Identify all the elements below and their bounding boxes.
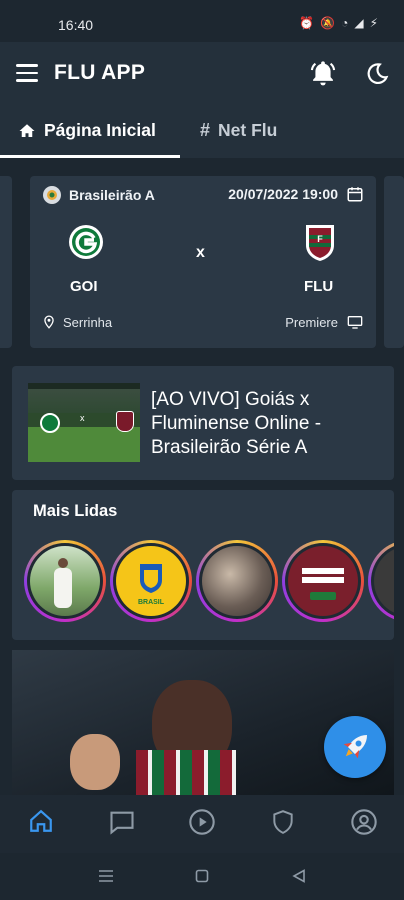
match-broadcaster: Premiere xyxy=(285,314,364,330)
tab-bar: Página Inicial # Net Flu xyxy=(0,108,404,158)
status-bar: 16:40 ⏰ 🔕 ◔ ◢ ⚡ xyxy=(0,0,404,42)
home-team: GOI xyxy=(70,278,98,295)
match-datetime: 20/07/2022 19:00 xyxy=(228,185,364,203)
goias-logo xyxy=(69,225,103,259)
live-news-card[interactable]: x [AO VIVO] Goiás x Fluminense Online - … xyxy=(12,366,394,480)
tab-label: Net Flu xyxy=(218,120,278,140)
fluminense-logo xyxy=(116,411,134,432)
fluminense-logo: F xyxy=(306,225,334,261)
menu-icon[interactable] xyxy=(16,64,38,82)
home-button-icon[interactable] xyxy=(195,869,209,883)
signal-icon: ◢ xyxy=(354,16,364,30)
story-item[interactable] xyxy=(196,540,278,622)
match-venue: Serrinha xyxy=(42,314,112,330)
chat-icon[interactable] xyxy=(108,808,136,836)
story-thumb-text: BRASIL xyxy=(138,599,165,606)
battery-icon: ⚡ xyxy=(369,16,378,30)
tab-pagina-inicial[interactable]: Página Inicial xyxy=(18,120,156,141)
location-icon xyxy=(44,315,54,329)
story-item[interactable] xyxy=(282,540,364,622)
app-title: FLU APP xyxy=(54,61,146,84)
play-icon[interactable] xyxy=(188,808,216,836)
match-card[interactable]: Brasileirão A 20/07/2022 19:00 F x GOI F… xyxy=(30,176,376,348)
moon-icon[interactable] xyxy=(364,61,390,87)
hash-icon: # xyxy=(200,120,211,140)
thumb-vs: x xyxy=(80,413,85,423)
rocket-fab-button[interactable] xyxy=(324,716,386,778)
section-title: Mais Lidas xyxy=(33,502,118,520)
alarm-icon: ⏰ xyxy=(299,16,315,30)
tab-label: Página Inicial xyxy=(44,120,156,140)
story-item[interactable] xyxy=(368,540,394,622)
status-icons: ⏰ 🔕 ◔ ◢ ⚡ xyxy=(299,16,378,30)
tv-icon xyxy=(347,316,363,329)
shield-icon[interactable] xyxy=(270,808,296,836)
previous-match-card[interactable] xyxy=(0,176,12,348)
wifi-icon: ◔ xyxy=(341,16,349,30)
bell-icon[interactable] xyxy=(309,59,337,87)
calendar-icon xyxy=(347,187,363,202)
match-vs: x xyxy=(196,244,205,261)
tab-indicator xyxy=(0,155,180,158)
league-logo-icon xyxy=(43,186,61,204)
rocket-icon xyxy=(343,734,368,759)
tab-net-flu[interactable]: # Net Flu xyxy=(200,120,277,141)
away-team: FLU xyxy=(304,278,334,295)
news-thumbnail: x xyxy=(28,383,140,462)
match-league: Brasileirão A xyxy=(42,185,155,205)
story-item[interactable]: BRASIL xyxy=(110,540,192,622)
bottom-navigation xyxy=(0,795,404,853)
story-item[interactable] xyxy=(24,540,106,622)
svg-text:F: F xyxy=(317,234,323,244)
system-navigation xyxy=(0,853,404,900)
recents-icon[interactable] xyxy=(98,869,114,883)
mais-lidas-section: Mais Lidas BRASIL xyxy=(12,490,394,640)
app-bar: FLU APP xyxy=(0,42,404,108)
news-title: [AO VIVO] Goiás x Fluminense Online - Br… xyxy=(151,389,322,458)
cbf-logo: BRASIL xyxy=(138,564,165,606)
back-icon[interactable] xyxy=(292,869,306,883)
goias-logo xyxy=(40,413,60,433)
silent-icon: 🔕 xyxy=(320,16,336,30)
next-match-card[interactable] xyxy=(384,176,404,348)
home-icon xyxy=(19,123,35,137)
account-icon[interactable] xyxy=(350,808,378,836)
home-icon[interactable] xyxy=(28,808,54,834)
status-time: 16:40 xyxy=(58,17,94,33)
